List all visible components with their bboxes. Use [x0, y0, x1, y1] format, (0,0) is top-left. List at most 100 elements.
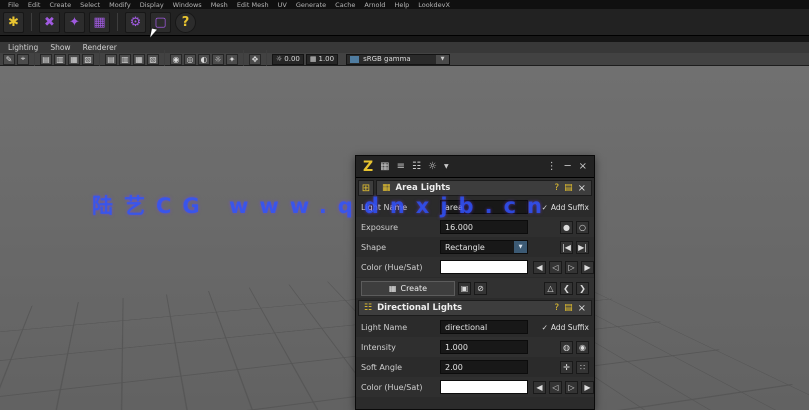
grid-view-icon[interactable]: ▦	[380, 161, 389, 172]
shape-dropdown[interactable]: Rectangle ▼	[440, 240, 528, 254]
help-icon[interactable]: ?	[175, 11, 196, 33]
add-suffix-checkbox[interactable]: ✓ Add Suffix	[542, 323, 589, 332]
layout-quad-icon[interactable]: ▦	[133, 53, 145, 65]
light-name-input[interactable]: area	[440, 200, 528, 214]
squares-grid-icon[interactable]: ∷	[576, 360, 589, 374]
directional-lights-header-strip[interactable]: ☷ Directional Lights ? ▤ ×	[358, 300, 592, 316]
menu-uv[interactable]: UV	[278, 1, 287, 9]
create-button[interactable]: ▦ Create	[361, 280, 455, 296]
globe-icon[interactable]: ◐	[198, 53, 210, 65]
soft-angle-input[interactable]: 2.00	[440, 360, 528, 374]
menu-mesh[interactable]: Mesh	[211, 1, 228, 9]
area-lights-header-strip[interactable]: ▦ Area Lights ? ▤ ×	[376, 180, 592, 196]
layout-outliner-icon[interactable]: ▧	[82, 53, 94, 65]
chevron-down-icon[interactable]: ▼	[444, 163, 449, 170]
slash-circle-icon[interactable]: ⊘	[474, 281, 487, 295]
close-icon[interactable]: ×	[579, 161, 587, 172]
intensity-controls: ◍ ◉	[533, 340, 589, 354]
add-suffix-checkbox[interactable]: ✓ Add Suffix	[542, 203, 589, 212]
layout-single-icon[interactable]: ▤	[40, 53, 52, 65]
light-name-input[interactable]: directional	[440, 320, 528, 334]
skip-back-icon[interactable]: |◀	[560, 240, 573, 254]
expand-icon[interactable]: ✛	[560, 360, 573, 374]
chevron-left-icon[interactable]: ❮	[560, 281, 573, 295]
film-gate-icon[interactable]: ◎	[184, 53, 196, 65]
list-view-icon[interactable]: ≡	[397, 161, 405, 172]
chevron-right-icon[interactable]: ❯	[576, 281, 589, 295]
color-swatch[interactable]	[440, 380, 528, 394]
directional-light-icon: ☷	[364, 303, 373, 313]
triangle-icon[interactable]: △	[544, 281, 557, 295]
intensity-label: Intensity	[361, 342, 396, 352]
menu-windows[interactable]: Windows	[173, 1, 202, 9]
bulb-filled-icon[interactable]: ◉	[576, 340, 589, 354]
soft-angle-controls: ✛ ∷	[533, 360, 589, 374]
skip-forward-icon[interactable]: ▶|	[576, 240, 589, 254]
directional-intensity-row: Intensity 1.000 ◍ ◉	[356, 337, 594, 357]
exposure-field[interactable]: ☼ 0.00	[272, 53, 304, 65]
menu-generate[interactable]: Generate	[296, 1, 326, 9]
shading-icon[interactable]: ✦	[226, 53, 238, 65]
menu-modify[interactable]: Modify	[109, 1, 131, 9]
move-icon[interactable]: ✥	[249, 53, 261, 65]
layout-two-icon[interactable]: ▥	[54, 53, 66, 65]
color-space-dropdown[interactable]: sRGB gamma ▼	[346, 53, 451, 65]
help-circle-icon[interactable]: ?	[554, 183, 559, 193]
target-icon[interactable]: ⌖	[17, 53, 29, 65]
lamp-icon[interactable]: ☼	[428, 161, 437, 172]
color-swatch[interactable]	[440, 260, 528, 274]
minimize-icon[interactable]: ─	[565, 161, 571, 172]
arrow-right-icon[interactable]: ▷	[565, 380, 578, 394]
area-lights-add-icon[interactable]: ⊞	[358, 180, 374, 196]
layout-four-icon[interactable]: ▦	[68, 53, 80, 65]
pencil-icon[interactable]: ✎	[3, 53, 15, 65]
section-close-icon[interactable]: ×	[578, 303, 586, 314]
star-icon[interactable]: ✱	[3, 11, 24, 33]
palette-icon[interactable]: ▤	[564, 183, 573, 193]
arrow-left-icon[interactable]: ◁	[549, 380, 562, 394]
camera-icon[interactable]: ▣	[458, 281, 471, 295]
arrow-left-icon[interactable]: ◁	[549, 260, 562, 274]
palette-icon[interactable]: ▤	[564, 303, 573, 313]
help-circle-icon[interactable]: ?	[554, 303, 559, 313]
box-tool-icon[interactable]: ▦	[89, 11, 110, 33]
area-exposure-row: Exposure 16.000 ● ○	[356, 217, 594, 237]
arrow-right-double-icon[interactable]: ▶	[581, 380, 594, 394]
menu-create[interactable]: Create	[49, 1, 71, 9]
menu-help[interactable]: Help	[394, 1, 409, 9]
kebab-menu-icon[interactable]: ⋮	[547, 161, 557, 172]
ring-light-icon[interactable]: ○	[576, 220, 589, 234]
gear-icon[interactable]: ⚙	[125, 11, 146, 33]
menu-arnold[interactable]: Arnold	[364, 1, 385, 9]
menu-cache[interactable]: Cache	[335, 1, 355, 9]
menu-display[interactable]: Display	[140, 1, 164, 9]
arrow-left-double-icon[interactable]: ◀	[533, 380, 546, 394]
window-titlebar[interactable]: Z ▦ ≡ ☷ ☼ ▼ ⋮ ─ ×	[356, 156, 594, 178]
spark-tool-icon[interactable]: ✦	[64, 11, 85, 33]
menu-edit[interactable]: Edit	[28, 1, 41, 9]
cut-tool-icon[interactable]: ✖	[39, 11, 60, 33]
titlebar-controls: ⋮ ─ ×	[547, 161, 587, 172]
disc-light-icon[interactable]: ●	[560, 220, 573, 234]
gamma-field[interactable]: ▦ 1.00	[305, 53, 339, 65]
arrow-left-double-icon[interactable]: ◀	[533, 260, 546, 274]
layout-persp-icon[interactable]: ▤	[105, 53, 117, 65]
camera-view-icon[interactable]: ◉	[170, 53, 182, 65]
menu-file[interactable]: File	[8, 1, 19, 9]
lights-tool-window: Z ▦ ≡ ☷ ☼ ▼ ⋮ ─ × ⊞ ▦ Area Lights ? ▤ ×	[355, 155, 595, 410]
arrow-right-double-icon[interactable]: ▶	[581, 260, 594, 274]
menu-select[interactable]: Select	[80, 1, 100, 9]
menu-lookdevx[interactable]: LookdevX	[418, 1, 450, 9]
section-close-icon[interactable]: ×	[578, 183, 586, 194]
layout-split-icon[interactable]: ▥	[119, 53, 131, 65]
area-color-row: Color (Hue/Sat) ◀ ◁ ▷ ▶	[356, 257, 594, 277]
arrow-right-icon[interactable]: ▷	[565, 260, 578, 274]
lights-panel-icon[interactable]: ☷	[412, 161, 421, 172]
bulb-outline-icon[interactable]: ◍	[560, 340, 573, 354]
exposure-input[interactable]: 16.000	[440, 220, 528, 234]
menu-edit-mesh[interactable]: Edit Mesh	[237, 1, 269, 9]
lighting-icon[interactable]: ☼	[212, 53, 224, 65]
panel-menu-show[interactable]: Show	[50, 43, 70, 52]
layout-hyper-icon[interactable]: ▧	[147, 53, 159, 65]
intensity-input[interactable]: 1.000	[440, 340, 528, 354]
